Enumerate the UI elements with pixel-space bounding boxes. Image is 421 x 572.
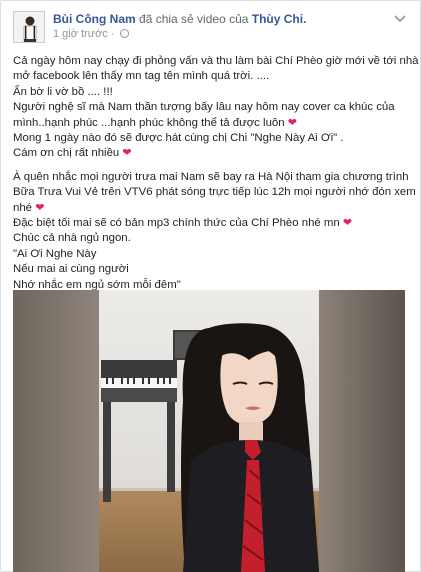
post-line: "Ai Ơi Nghe Này bbox=[13, 247, 97, 260]
video-thumbnail bbox=[13, 290, 405, 572]
author-name-link[interactable]: Bùi Công Nam bbox=[53, 12, 136, 26]
author-avatar[interactable] bbox=[13, 11, 45, 43]
post-line: Bữa Trưa Vui Vẻ trên VTV6 phát sóng trực… bbox=[13, 186, 416, 199]
post-line: Ẩn bờ li vờ bồ .... !!! bbox=[13, 85, 113, 98]
post-line: Người nghệ sĩ mà Nam thần tượng bấy lâu … bbox=[13, 101, 395, 114]
heart-emoji: ❤ bbox=[287, 116, 297, 129]
post-line: Nếu mai ai cùng người bbox=[13, 263, 129, 276]
post-line: Chúc cả nhà ngủ ngon. bbox=[13, 232, 131, 245]
post-attribution: Bùi Công Nam đã chia sẻ video của Thùy C… bbox=[53, 12, 306, 26]
post-line: nhé ❤ bbox=[13, 201, 45, 214]
globe-icon bbox=[119, 29, 129, 38]
heart-emoji: ❤ bbox=[342, 217, 353, 230]
post-card: Bùi Công Nam đã chia sẻ video của Thùy C… bbox=[0, 0, 421, 572]
post-meta: 1 giờ trước · bbox=[53, 28, 129, 40]
post-line: Cả ngày hôm nay chạy đi phỏng vấn và thu… bbox=[13, 55, 419, 67]
post-header: Bùi Công Nam đã chia sẻ video của Thùy C… bbox=[13, 11, 408, 43]
share-action-text: đã chia sẻ video của bbox=[139, 12, 249, 26]
post-timestamp[interactable]: 1 giờ trước · bbox=[53, 28, 115, 40]
heart-emoji: ❤ bbox=[122, 147, 132, 160]
video-player[interactable] bbox=[13, 290, 405, 572]
post-line: Mong 1 ngày nào đó sẽ được hát cùng chị … bbox=[13, 132, 344, 145]
chevron-down-icon[interactable] bbox=[394, 13, 406, 23]
heart-emoji: ❤ bbox=[35, 201, 45, 214]
post-line: Cám ơn chị rất nhiều ❤ bbox=[13, 147, 132, 160]
post-text: Cả ngày hôm nay chạy đi phỏng vấn và thu… bbox=[13, 54, 419, 293]
post-line: mở facebook lên thấy mn tag tên mình quá… bbox=[13, 70, 270, 83]
post-line: Đặc biệt tối mai sẽ có bản mp3 chính thứ… bbox=[13, 217, 353, 230]
post-line: À quên nhắc mọi người trưa mai Nam sẽ ba… bbox=[13, 170, 409, 183]
post-line: mình..hạnh phúc ...hạnh phúc không thể t… bbox=[13, 116, 297, 129]
shared-from-link[interactable]: Thùy Chi. bbox=[252, 12, 307, 26]
